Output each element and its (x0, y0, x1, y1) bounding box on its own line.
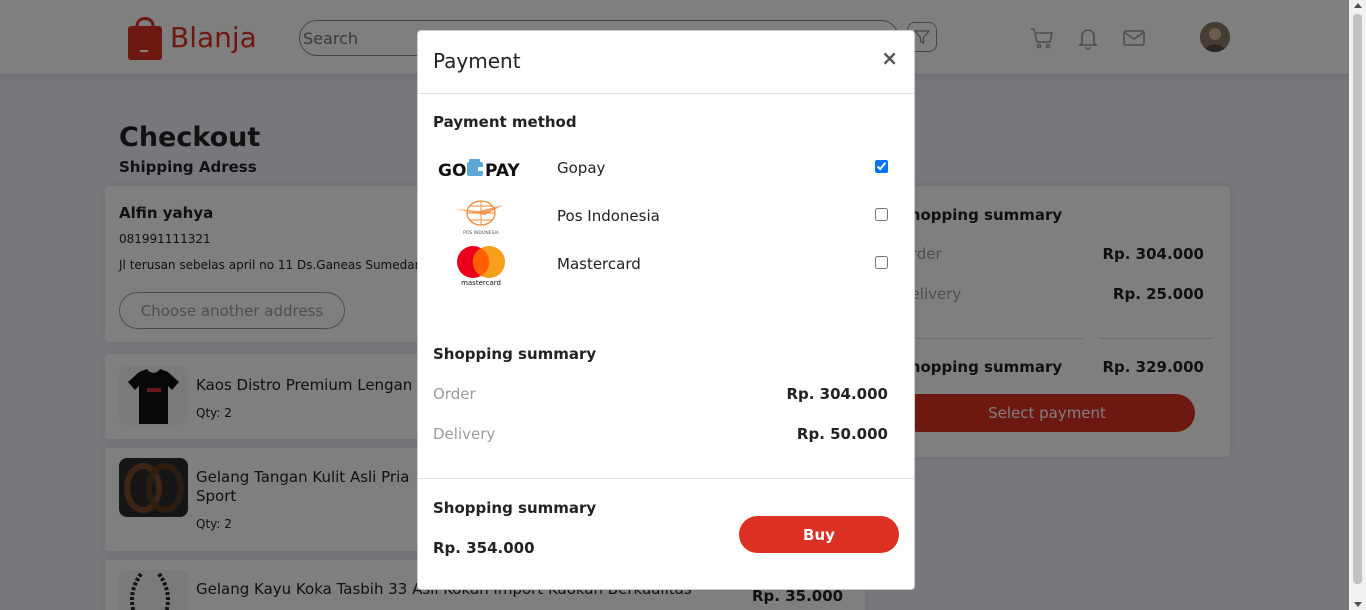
payment-option-pos-indonesia[interactable]: POS INDONESIA Pos Indonesia (433, 194, 893, 240)
gopay-logo-text-2: PAY (485, 161, 520, 181)
modal-total-value: Rp. 354.000 (433, 539, 535, 557)
buy-button[interactable]: Buy (739, 516, 899, 553)
pos-indonesia-logo-graphic: POS INDONESIA (455, 200, 503, 236)
modal-order-value: Rp. 304.000 (786, 385, 888, 403)
mastercard-checkbox[interactable] (875, 256, 888, 269)
payment-option-mastercard[interactable]: mastercard Mastercard (433, 242, 893, 288)
payment-option-gopay[interactable]: GO PAY Gopay (433, 146, 893, 192)
payment-option-label: Mastercard (557, 255, 641, 273)
modal-delivery-label: Delivery (433, 425, 496, 443)
scrollbar[interactable] (1349, 0, 1366, 610)
modal-footer-heading: Shopping summary (433, 499, 597, 517)
close-icon[interactable]: × (881, 46, 898, 70)
modal-title: Payment (433, 49, 521, 73)
modal-delivery-value: Rp. 50.000 (796, 425, 888, 443)
mastercard-logo-text: mastercard (461, 279, 501, 287)
pos-indonesia-checkbox[interactable] (875, 208, 888, 221)
scrollbar-thumb[interactable] (1353, 14, 1362, 584)
scroll-down-arrow-icon[interactable] (1354, 602, 1362, 607)
payment-option-label: Pos Indonesia (557, 207, 660, 225)
pos-indonesia-logo: POS INDONESIA (433, 194, 529, 240)
gopay-logo: GO PAY (433, 146, 529, 192)
mastercard-logo-graphic: mastercard (457, 246, 505, 287)
payment-method-heading: Payment method (433, 113, 577, 131)
payment-modal: Payment × Payment method GO PAY Gopay PO… (417, 30, 915, 590)
modal-summary-heading: Shopping summary (433, 345, 597, 363)
modal-footer: Shopping summary Rp. 354.000 Buy (418, 478, 914, 590)
gopay-checkbox[interactable] (875, 160, 888, 173)
payment-option-label: Gopay (557, 159, 606, 177)
mastercard-logo: mastercard (433, 242, 529, 288)
scroll-up-arrow-icon[interactable] (1354, 3, 1362, 8)
pos-indonesia-logo-text: POS INDONESIA (463, 230, 500, 236)
gopay-logo-text: GO (438, 161, 466, 181)
modal-header: Payment × (418, 31, 914, 94)
modal-order-label: Order (433, 385, 476, 403)
gopay-logo-graphic: GO PAY (438, 159, 520, 181)
